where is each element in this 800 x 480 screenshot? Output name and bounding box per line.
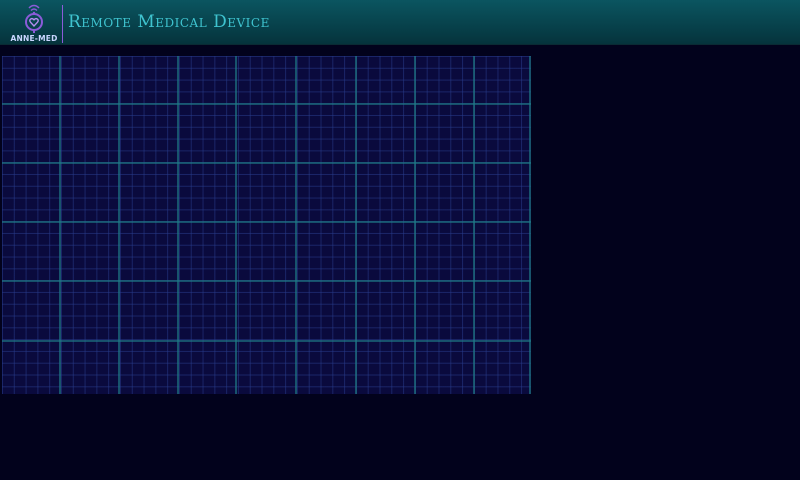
app-logo: ANNE-MED [10,2,58,44]
app-root: ANNE-MED Remote Medical Device [0,0,800,480]
app-title: Remote Medical Device [68,12,270,32]
logo-text: ANNE-MED [10,34,58,43]
waveform-grid-panel [2,56,531,394]
header-divider [62,5,63,43]
grid-lines [2,56,531,394]
stethoscope-wifi-icon [25,4,43,33]
header-bar: ANNE-MED Remote Medical Device [0,0,800,45]
